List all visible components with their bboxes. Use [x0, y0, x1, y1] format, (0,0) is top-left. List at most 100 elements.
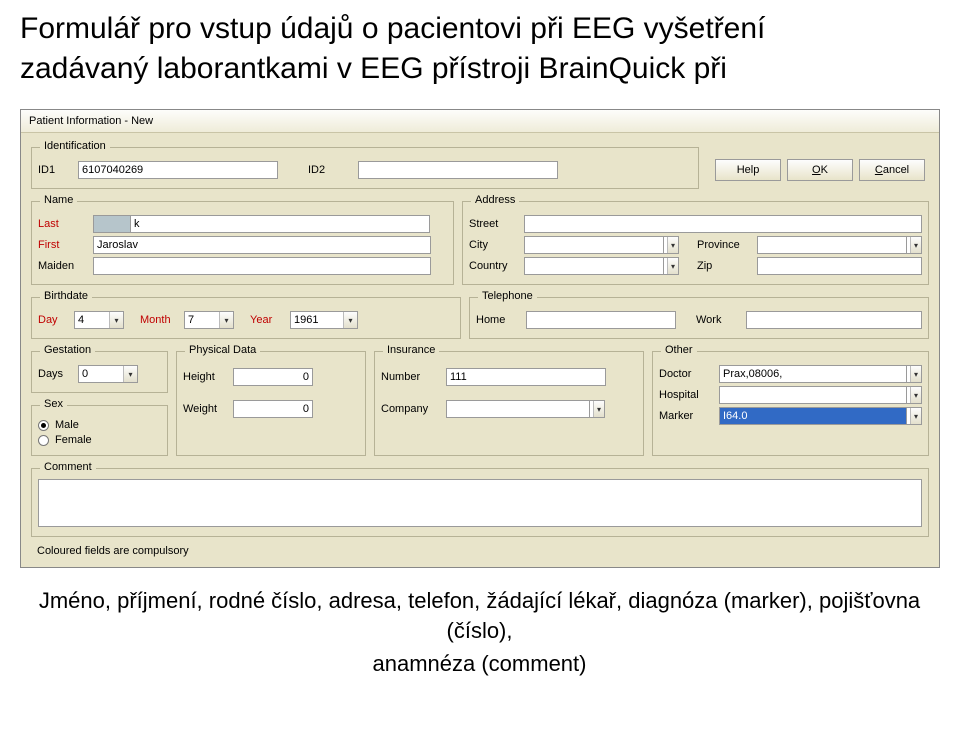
city-label: City [469, 239, 524, 251]
address-legend: Address [471, 194, 519, 206]
name-group: Name Last First Maiden [31, 201, 454, 285]
ok-mnemonic: O [812, 164, 821, 176]
day-value: 4 [78, 314, 109, 326]
month-combo[interactable]: 7▾ [184, 311, 234, 329]
year-combo[interactable]: 1961▾ [290, 311, 358, 329]
gestation-group: Gestation Days 0▾ [31, 351, 168, 393]
doctor-label: Doctor [659, 368, 719, 380]
compulsory-hint: Coloured fields are compulsory [27, 537, 933, 561]
weight-input[interactable] [233, 400, 313, 418]
year-value: 1961 [294, 314, 343, 326]
marker-combo[interactable]: ▾ [906, 407, 922, 425]
chevron-down-icon: ▾ [219, 312, 233, 328]
gestation-days-value: 0 [82, 368, 123, 380]
country-label: Country [469, 260, 524, 272]
first-input[interactable] [93, 236, 431, 254]
chevron-down-icon: ▾ [109, 312, 123, 328]
female-label: Female [55, 434, 92, 446]
street-input[interactable] [524, 215, 922, 233]
province-label: Province [697, 239, 757, 251]
sex-female-radio[interactable]: Female [38, 434, 161, 446]
cancel-rest: ancel [883, 164, 909, 176]
day-combo[interactable]: 4▾ [74, 311, 124, 329]
zip-input[interactable] [757, 257, 922, 275]
last-input[interactable] [130, 215, 430, 233]
chevron-down-icon: ▾ [910, 237, 921, 253]
gestation-days-combo[interactable]: 0▾ [78, 365, 138, 383]
chevron-down-icon: ▾ [593, 401, 604, 417]
year-label: Year [250, 314, 290, 326]
insurance-number-label: Number [381, 371, 446, 383]
work-label: Work [696, 314, 746, 326]
chevron-down-icon: ▾ [910, 408, 921, 424]
sex-group: Sex Male Female [31, 405, 168, 456]
other-group: Other Doctor ▾ Hospital ▾ Marker ▾ [652, 351, 929, 456]
doctor-combo[interactable]: ▾ [906, 365, 922, 383]
ok-button[interactable]: OK [787, 159, 853, 181]
hospital-label: Hospital [659, 389, 719, 401]
page-subtitle: zadávaný laborantkami v EEG přístroji Br… [0, 50, 959, 110]
chevron-down-icon: ▾ [910, 387, 921, 403]
id2-input[interactable] [358, 161, 558, 179]
insurance-group: Insurance Number Company ▾ [374, 351, 644, 456]
first-label: First [38, 239, 93, 251]
physical-legend: Physical Data [185, 344, 260, 356]
telephone-group: Telephone Home Work [469, 297, 929, 339]
page-footer-line2: anamnéza (comment) [0, 649, 959, 679]
maiden-label: Maiden [38, 260, 93, 272]
maiden-input[interactable] [93, 257, 431, 275]
id2-label: ID2 [308, 164, 358, 176]
id1-input[interactable] [78, 161, 278, 179]
country-combo[interactable]: ▾ [663, 257, 679, 275]
city-combo[interactable]: ▾ [663, 236, 679, 254]
gestation-legend: Gestation [40, 344, 95, 356]
height-label: Height [183, 371, 233, 383]
home-label: Home [476, 314, 526, 326]
identification-legend: Identification [40, 140, 110, 152]
insurance-company-label: Company [381, 403, 446, 415]
birthdate-legend: Birthdate [40, 290, 92, 302]
weight-label: Weight [183, 403, 233, 415]
insurance-company-combo[interactable]: ▾ [589, 400, 605, 418]
height-input[interactable] [233, 368, 313, 386]
country-input[interactable] [524, 257, 664, 275]
other-legend: Other [661, 344, 697, 356]
marker-label: Marker [659, 410, 719, 422]
month-value: 7 [188, 314, 219, 326]
last-input-shade[interactable] [93, 215, 131, 233]
last-label: Last [38, 218, 93, 230]
ok-rest: K [821, 164, 828, 176]
comment-group: Comment [31, 468, 929, 537]
marker-input[interactable] [719, 407, 907, 425]
birthdate-group: Birthdate Day 4▾ Month 7▾ Year 1961▾ [31, 297, 461, 339]
chevron-down-icon: ▾ [123, 366, 137, 382]
hospital-combo[interactable]: ▾ [906, 386, 922, 404]
cancel-button[interactable]: Cancel [859, 159, 925, 181]
province-combo[interactable]: ▾ [906, 236, 922, 254]
chevron-down-icon: ▾ [667, 258, 678, 274]
comment-legend: Comment [40, 461, 96, 473]
sex-male-radio[interactable]: Male [38, 419, 161, 431]
day-label: Day [38, 314, 74, 326]
doctor-input[interactable] [719, 365, 907, 383]
comment-textarea[interactable] [38, 479, 922, 527]
physical-group: Physical Data Height Weight [176, 351, 366, 456]
hospital-input[interactable] [719, 386, 907, 404]
province-input[interactable] [757, 236, 907, 254]
male-label: Male [55, 419, 79, 431]
insurance-legend: Insurance [383, 344, 439, 356]
month-label: Month [140, 314, 184, 326]
insurance-number-input[interactable] [446, 368, 606, 386]
city-input[interactable] [524, 236, 664, 254]
gestation-days-label: Days [38, 368, 78, 380]
telephone-legend: Telephone [478, 290, 537, 302]
work-input[interactable] [746, 311, 922, 329]
help-button[interactable]: Help [715, 159, 781, 181]
chevron-down-icon: ▾ [910, 366, 921, 382]
chevron-down-icon: ▾ [667, 237, 678, 253]
insurance-company-input[interactable] [446, 400, 590, 418]
home-input[interactable] [526, 311, 676, 329]
page-title: Formulář pro vstup údajů o pacientovi př… [0, 0, 959, 50]
radio-icon [38, 420, 49, 431]
cancel-mnemonic: C [875, 164, 883, 176]
